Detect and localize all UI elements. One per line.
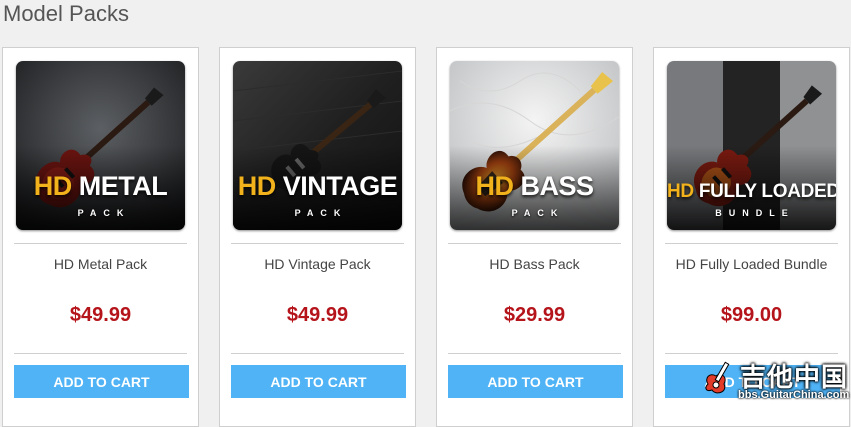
product-image[interactable]: HD VINTAGE PACK: [233, 61, 402, 230]
divider: [14, 243, 187, 244]
product-card-hd-fully-loaded: HD FULLY LOADED BUNDLE HD Fully Loaded B…: [653, 47, 850, 427]
thumb-subtitle: PACK: [511, 208, 565, 218]
product-image[interactable]: HD METAL PACK: [16, 61, 185, 230]
divider: [14, 353, 187, 354]
add-to-cart-button[interactable]: ADD TO CART: [665, 365, 840, 398]
thumb-title: HD BASS: [475, 171, 594, 201]
product-card-hd-metal: HD METAL PACK HD Metal Pack $49.99 ADD T…: [2, 47, 199, 427]
product-price: $49.99: [286, 304, 349, 326]
thumb-subtitle: PACK: [77, 208, 131, 218]
add-to-cart-button[interactable]: ADD TO CART: [231, 365, 406, 398]
product-name[interactable]: HD Metal Pack: [3, 256, 198, 272]
product-image[interactable]: HD BASS PACK: [450, 61, 619, 230]
section-title: Model Packs: [3, 1, 129, 26]
guitar-artwork: [16, 61, 185, 230]
divider: [448, 243, 621, 244]
product-name[interactable]: HD Bass Pack: [437, 256, 632, 272]
divider: [231, 243, 404, 244]
product-name[interactable]: HD Fully Loaded Bundle: [654, 256, 849, 272]
divider: [665, 243, 838, 244]
product-price: $99.00: [720, 304, 783, 326]
guitar-artwork: [450, 61, 619, 230]
add-to-cart-button[interactable]: ADD TO CART: [14, 365, 189, 398]
thumb-subtitle: PACK: [294, 208, 348, 218]
product-card-hd-vintage: HD VINTAGE PACK HD Vintage Pack $49.99 A…: [219, 47, 416, 427]
guitar-artwork: [667, 61, 836, 230]
add-to-cart-button[interactable]: ADD TO CART: [448, 365, 623, 398]
divider: [231, 353, 404, 354]
product-price: $29.99: [503, 304, 566, 326]
divider: [448, 353, 621, 354]
product-name[interactable]: HD Vintage Pack: [220, 256, 415, 272]
guitar-artwork: [233, 61, 402, 230]
thumb-title: HD VINTAGE: [237, 171, 398, 201]
product-image[interactable]: HD FULLY LOADED BUNDLE: [667, 61, 836, 230]
product-price: $49.99: [69, 304, 132, 326]
thumb-title: HD FULLY LOADED: [667, 181, 836, 202]
thumb-title: HD METAL: [33, 171, 168, 201]
product-card-hd-bass: HD BASS PACK HD Bass Pack $29.99 ADD TO …: [436, 47, 633, 427]
thumb-subtitle: BUNDLE: [715, 208, 795, 218]
divider: [665, 353, 838, 354]
